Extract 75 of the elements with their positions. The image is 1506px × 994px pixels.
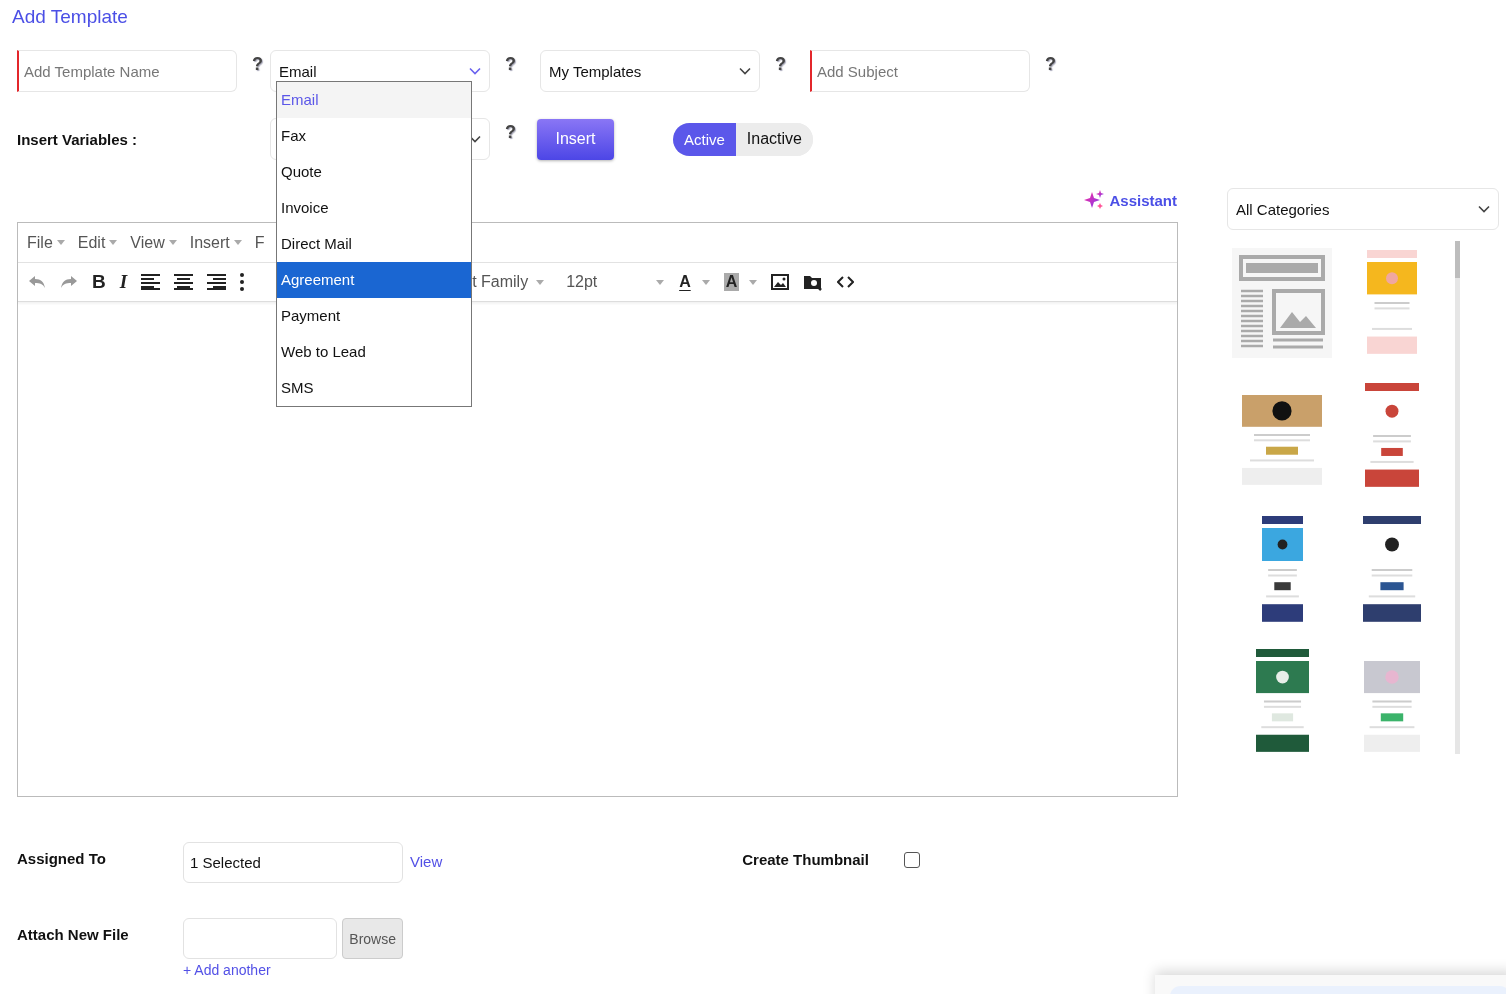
- assigned-to-field[interactable]: 1 Selected: [183, 842, 403, 883]
- help-icon[interactable]: ?: [237, 54, 270, 75]
- scrollbar[interactable]: [1455, 241, 1460, 754]
- undo-button[interactable]: [28, 274, 46, 290]
- template-placeholder-icon: [1232, 248, 1332, 358]
- align-right-button[interactable]: [207, 274, 227, 290]
- dropdown-option[interactable]: Direct Mail: [277, 226, 471, 262]
- caret-icon: [749, 279, 758, 285]
- caret-icon: [701, 279, 710, 285]
- highlight-color-button[interactable]: A: [723, 273, 758, 291]
- sparkle-icon: [1083, 189, 1106, 211]
- caret-icon: [739, 67, 751, 75]
- page-title: Add Template: [12, 5, 129, 29]
- add-another-link[interactable]: + Add another: [183, 962, 403, 978]
- caret-icon: [168, 240, 177, 245]
- caret-icon: [233, 240, 242, 245]
- italic-button[interactable]: I: [119, 271, 128, 293]
- caret-icon: [536, 279, 545, 285]
- help-icon[interactable]: ?: [490, 54, 540, 75]
- template-name-field[interactable]: Add Template Name: [17, 50, 237, 92]
- dropdown-option[interactable]: Agreement: [277, 262, 471, 298]
- field-label: Assigned To: [17, 849, 107, 867]
- help-icon[interactable]: ?: [1030, 54, 1063, 75]
- bold-button[interactable]: B: [92, 271, 106, 293]
- help-icon[interactable]: ?: [490, 122, 537, 143]
- field-label: Create Thumbnail: [742, 850, 869, 868]
- caret-icon: [469, 135, 481, 143]
- status-option[interactable]: Active: [673, 122, 736, 156]
- caret-icon: [56, 240, 65, 245]
- menu-item[interactable]: Edit: [77, 233, 118, 252]
- align-left-button[interactable]: [141, 274, 161, 290]
- code-icon: [837, 276, 855, 288]
- browse-button[interactable]: Browse: [342, 918, 403, 959]
- dropdown-option[interactable]: Payment: [277, 298, 471, 334]
- caret-icon: [656, 279, 665, 285]
- align-center-icon: [174, 274, 194, 290]
- assistant-link[interactable]: Assistant: [1109, 191, 1177, 209]
- file-field[interactable]: [183, 918, 338, 959]
- dropdown-option[interactable]: Web to Lead: [277, 334, 471, 370]
- code-button[interactable]: [837, 276, 855, 288]
- menu-item[interactable]: F: [254, 233, 265, 252]
- insert-button[interactable]: Insert: [537, 118, 614, 160]
- align-center-button[interactable]: [174, 274, 194, 290]
- caret-icon: [469, 67, 481, 75]
- image-button[interactable]: [771, 274, 790, 290]
- template-folder-select[interactable]: My Templates: [540, 50, 760, 92]
- dropdown-option[interactable]: SMS: [277, 370, 471, 406]
- undo-icon: [28, 274, 46, 290]
- help-icon[interactable]: ?: [760, 54, 810, 75]
- subject-field[interactable]: Add Subject: [810, 50, 1030, 92]
- redo-icon: [60, 274, 78, 290]
- dropdown-option[interactable]: Quote: [277, 154, 471, 190]
- redo-button[interactable]: [60, 274, 78, 290]
- view-link[interactable]: View: [410, 844, 443, 870]
- caret-icon: [109, 240, 118, 245]
- category-select[interactable]: All Categories: [1227, 188, 1499, 230]
- font-size-dropdown[interactable]: 12pt: [566, 273, 665, 291]
- caret-icon: [1478, 205, 1490, 213]
- thumbnail-checkbox[interactable]: [903, 852, 920, 868]
- menu-item[interactable]: File: [27, 233, 65, 252]
- more-icon: [240, 273, 245, 291]
- align-left-icon: [141, 274, 161, 290]
- folder-search-icon: [803, 273, 824, 291]
- field-label: Insert Variables :: [17, 130, 139, 148]
- more-button[interactable]: [240, 273, 245, 291]
- field-label: Attach New File: [17, 925, 130, 943]
- dropdown-option[interactable]: Fax: [277, 118, 471, 154]
- menu-item[interactable]: Insert: [189, 233, 242, 252]
- image-icon: [771, 274, 790, 290]
- dropdown-option[interactable]: Email: [277, 82, 471, 118]
- font-family-dropdown[interactable]: t Family: [472, 273, 545, 291]
- folder-search-button[interactable]: [803, 273, 824, 291]
- align-right-icon: [207, 274, 227, 290]
- menu-item[interactable]: View: [130, 233, 177, 252]
- text-color-button[interactable]: A: [678, 273, 710, 291]
